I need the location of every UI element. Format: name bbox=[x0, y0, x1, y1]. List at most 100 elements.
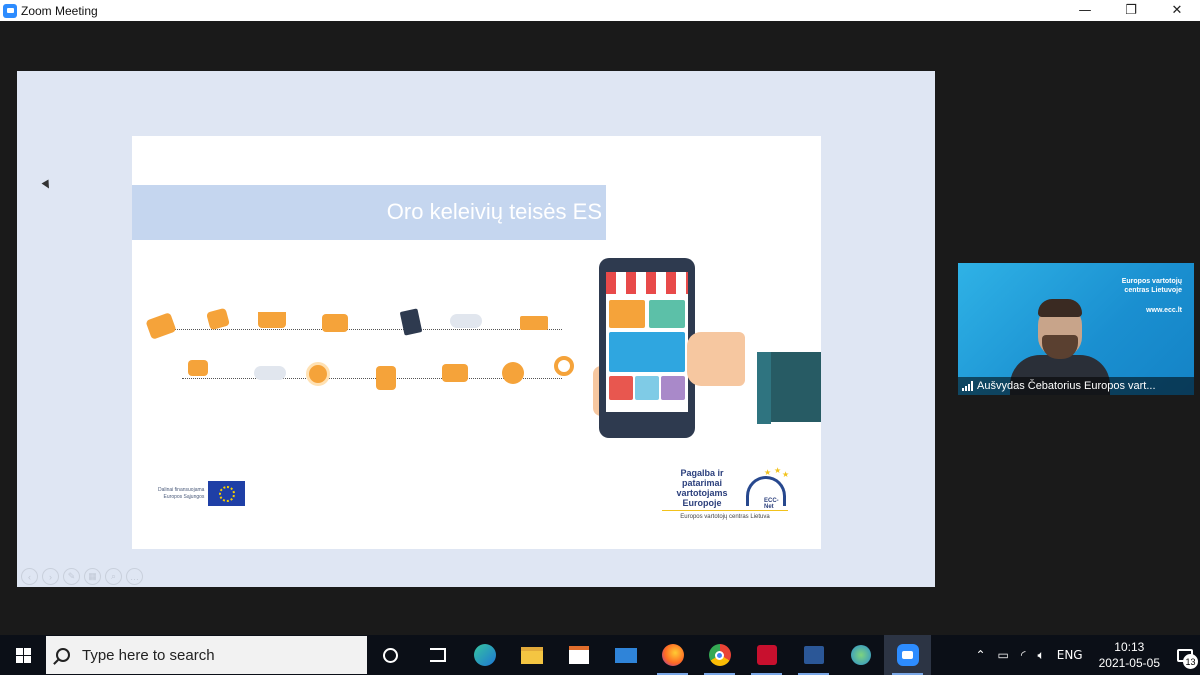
window-title: Zoom Meeting bbox=[21, 3, 98, 18]
shared-screen[interactable]: Oro keleivių teisės ES Dalinai finansuoj… bbox=[17, 71, 935, 587]
chevron-up-icon[interactable]: ⌃ bbox=[975, 648, 985, 662]
title-bar: Zoom Meeting — ❐ ✕ bbox=[0, 0, 1200, 21]
edge-icon bbox=[473, 644, 496, 666]
acrobat-icon bbox=[756, 645, 777, 665]
coin-icon bbox=[502, 362, 524, 384]
money-icon bbox=[145, 312, 177, 340]
star-icon: ★ bbox=[782, 470, 790, 479]
glasses-icon bbox=[635, 376, 659, 400]
cloud-icon bbox=[450, 314, 482, 328]
ecc-line1: Pagalba ir patarimai bbox=[680, 468, 724, 488]
store-taskbar-button[interactable] bbox=[555, 635, 602, 675]
slide-controls: ‹ › ✎ ▦ ⌕ … bbox=[21, 568, 143, 585]
globe-app-icon bbox=[850, 645, 871, 665]
eu-funding-logo: Dalinai finansuojama Europos Sąjungos bbox=[158, 481, 246, 506]
ecc-tagline: Pagalba ir patarimai vartotojams Europoj… bbox=[662, 468, 742, 508]
zoom-taskbar-button[interactable] bbox=[884, 635, 931, 675]
basket-icon bbox=[258, 312, 286, 328]
smartphone-illustration bbox=[599, 258, 695, 438]
tshirt-icon bbox=[609, 300, 645, 328]
battery-icon[interactable]: ▭ bbox=[998, 648, 1009, 662]
word-taskbar-button[interactable] bbox=[790, 635, 837, 675]
window-controls: — ❐ ✕ bbox=[1062, 0, 1200, 21]
pen-tool-button[interactable]: ✎ bbox=[63, 568, 80, 585]
store-icon bbox=[568, 646, 589, 664]
star-icon: ★ bbox=[764, 468, 772, 477]
dotted-path bbox=[162, 329, 562, 330]
ecc-subtitle: Europos vartotojų centras Lietuva bbox=[680, 514, 770, 520]
participant-video[interactable]: Europos vartotojų centras Lietuvoje www.… bbox=[958, 263, 1194, 395]
cortana-button[interactable] bbox=[367, 635, 414, 675]
search-icon bbox=[56, 648, 70, 662]
cortana-icon bbox=[383, 647, 398, 663]
task-view-icon bbox=[429, 648, 446, 662]
eu-funding-text: Dalinai finansuojama Europos Sąjungos bbox=[158, 487, 204, 501]
zoom-tool-button[interactable]: ⌕ bbox=[105, 568, 122, 585]
video-bg-text: Europos vartotojų centras Lietuvoje bbox=[1122, 277, 1182, 295]
firefox-taskbar-button[interactable] bbox=[649, 635, 696, 675]
ecc-net-logo: Pagalba ir patarimai vartotojams Europoj… bbox=[662, 466, 792, 520]
taskbar-search-box[interactable]: Type here to search bbox=[46, 636, 367, 674]
edge-taskbar-button[interactable] bbox=[461, 635, 508, 675]
eu-stars-icon bbox=[218, 485, 235, 502]
notification-count-badge: 13 bbox=[1183, 654, 1198, 669]
taskbar-clock[interactable]: 10:13 2021-05-05 bbox=[1099, 639, 1160, 671]
file-explorer-icon bbox=[520, 646, 543, 664]
book-icon bbox=[661, 376, 685, 400]
clock-date: 2021-05-05 bbox=[1098, 656, 1160, 670]
truck-icon bbox=[520, 316, 548, 330]
ecc-divider bbox=[662, 510, 788, 511]
video-bg-text-line1: Europos vartotojų bbox=[1121, 278, 1182, 285]
wifi-icon[interactable]: ◜ bbox=[1021, 648, 1026, 662]
participant-name-bar: Aušvydas Čebatorius Europos vart... bbox=[958, 377, 1194, 395]
presentation-slide: Oro keleivių teisės ES Dalinai finansuoj… bbox=[132, 136, 821, 549]
more-options-button[interactable]: … bbox=[126, 568, 143, 585]
star-icon: ★ bbox=[774, 466, 782, 475]
magnifier-icon bbox=[554, 356, 574, 376]
eu-funding-line1: Dalinai finansuojama bbox=[158, 486, 205, 493]
clipboard-icon bbox=[399, 308, 423, 336]
participant-hair bbox=[1038, 299, 1082, 317]
eu-flag-icon bbox=[208, 481, 246, 506]
next-slide-button[interactable]: › bbox=[42, 568, 59, 585]
file-explorer-taskbar-button[interactable] bbox=[508, 635, 555, 675]
mail-taskbar-button[interactable] bbox=[602, 635, 649, 675]
windows-taskbar: Type here to search ⌃ ▭ ◜ 🔈︎ ENG 10:13 2… bbox=[0, 635, 1200, 675]
connection-signal-icon bbox=[962, 381, 973, 391]
previous-slide-button[interactable]: ‹ bbox=[21, 568, 38, 585]
minimize-button[interactable]: — bbox=[1062, 0, 1108, 21]
video-bg-url: www.ecc.lt bbox=[1146, 307, 1182, 314]
clock-time: 10:13 bbox=[1114, 640, 1145, 654]
zoom-logo-icon bbox=[3, 3, 17, 18]
language-indicator[interactable]: ENG bbox=[1057, 648, 1083, 662]
start-button[interactable] bbox=[0, 635, 46, 675]
cart-icon bbox=[609, 332, 685, 372]
task-view-button[interactable] bbox=[414, 635, 461, 675]
camera-icon bbox=[649, 300, 685, 328]
chat-icon bbox=[188, 360, 208, 376]
chrome-icon bbox=[708, 644, 731, 666]
ecc-line2: vartotojams bbox=[676, 488, 728, 498]
participant-name: Aušvydas Čebatorius Europos vart... bbox=[977, 380, 1156, 392]
windows-logo-icon bbox=[15, 647, 31, 663]
zoom-icon bbox=[896, 644, 919, 666]
restore-button[interactable]: ❐ bbox=[1108, 0, 1154, 21]
mouse-cursor-icon bbox=[41, 179, 53, 191]
shop-awning bbox=[606, 272, 688, 294]
ecc-net-label: ECC-Net bbox=[764, 498, 779, 510]
meeting-area: Oro keleivių teisės ES Dalinai finansuoj… bbox=[0, 21, 1200, 635]
volume-icon[interactable]: 🔈︎ bbox=[1038, 648, 1045, 663]
money-icon bbox=[442, 364, 468, 382]
slides-view-button[interactable]: ▦ bbox=[84, 568, 101, 585]
shopping-illustration bbox=[142, 296, 582, 426]
slide-title: Oro keleivių teisės ES bbox=[386, 199, 602, 224]
action-center-button[interactable]: 13 bbox=[1170, 635, 1200, 675]
cloud-icon bbox=[254, 366, 286, 380]
acrobat-taskbar-button[interactable] bbox=[743, 635, 790, 675]
mail-icon bbox=[614, 647, 637, 663]
close-button[interactable]: ✕ bbox=[1154, 0, 1200, 21]
chrome-taskbar-button[interactable] bbox=[696, 635, 743, 675]
globe-app-taskbar-button[interactable] bbox=[837, 635, 884, 675]
bag-icon bbox=[376, 366, 396, 390]
card-icon bbox=[322, 314, 348, 332]
